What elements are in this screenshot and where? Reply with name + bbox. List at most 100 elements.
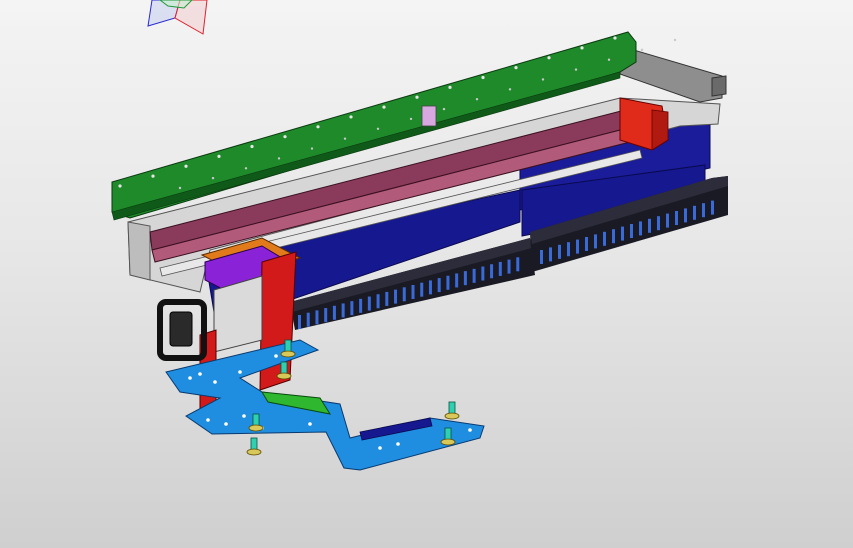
- base-screw-hole: [211, 176, 215, 180]
- gripper-hole: [198, 372, 202, 376]
- suction-cup[interactable]: [276, 372, 292, 380]
- cover-screw-hole: [547, 56, 551, 60]
- chain-link: [576, 239, 579, 254]
- suction-cup[interactable]: [444, 412, 460, 420]
- gripper-hole: [206, 418, 210, 422]
- base-screw-hole: [409, 117, 413, 121]
- gripper-hole: [308, 422, 312, 426]
- vacuum-fitting: [448, 401, 456, 415]
- chain-link: [324, 308, 328, 323]
- base-screw-hole: [508, 88, 512, 91]
- cover-screw-hole: [415, 95, 419, 99]
- chain-link: [585, 237, 588, 251]
- gripper-hole: [468, 428, 472, 432]
- chain-link: [666, 213, 669, 228]
- cad-3d-viewport[interactable]: [0, 0, 853, 548]
- chain-link: [298, 315, 301, 329]
- gripper-hole: [188, 376, 192, 380]
- base-screw-hole: [442, 107, 446, 111]
- chain-link: [702, 203, 705, 218]
- suction-cup[interactable]: [248, 424, 264, 432]
- chain-link: [376, 294, 380, 309]
- base-screw-hole: [475, 98, 479, 101]
- vacuum-fitting: [284, 339, 292, 353]
- chain-link: [463, 271, 467, 286]
- base-screw-hole: [541, 78, 545, 81]
- vacuum-fitting: [252, 413, 260, 427]
- base-screw-hole: [343, 137, 347, 140]
- chain-link: [540, 250, 543, 264]
- vacuum-fitting: [280, 361, 288, 375]
- chain-link: [693, 205, 696, 220]
- base-screw-hole: [640, 48, 644, 52]
- cover-screw-hole: [448, 85, 452, 89]
- gripper-hole: [242, 414, 246, 418]
- cover-screw-hole: [580, 46, 584, 50]
- cover-screw-hole: [250, 144, 254, 149]
- cover-screw-hole: [514, 66, 518, 70]
- chain-link: [350, 301, 354, 316]
- chain-link: [630, 224, 633, 238]
- vacuum-fitting: [250, 437, 258, 451]
- chain-link: [621, 226, 624, 241]
- gripper-hole: [396, 442, 400, 446]
- cover-screw-hole: [349, 115, 353, 119]
- cover-screw-hole: [382, 105, 386, 109]
- base-screw-hole: [244, 167, 248, 170]
- chain-link: [567, 242, 570, 257]
- chain-link: [402, 287, 406, 302]
- chain-link: [594, 234, 597, 249]
- chain-link: [411, 285, 415, 299]
- base-screw-hole: [673, 38, 677, 42]
- rail-sensor-bracket: [421, 105, 437, 127]
- base-screw-hole: [607, 58, 611, 61]
- chain-link: [639, 221, 642, 236]
- cover-screw-hole: [217, 154, 221, 158]
- base-screw-hole: [178, 186, 182, 190]
- gripper-hole: [238, 370, 242, 374]
- suction-cup[interactable]: [246, 448, 262, 456]
- rear-bracket-tab: [711, 75, 727, 97]
- drag-chain-bracket[interactable]: [157, 299, 207, 361]
- base-plate-side: [127, 221, 151, 281]
- chain-link: [490, 264, 494, 279]
- gripper-hole: [224, 422, 228, 426]
- gripper-hole: [213, 380, 217, 384]
- chain-link: [558, 244, 561, 259]
- chain-link: [549, 247, 552, 262]
- cover-screw-hole: [118, 184, 122, 188]
- cover-screw-hole: [151, 174, 155, 178]
- gripper-hole: [378, 446, 382, 450]
- chain-link: [332, 305, 336, 320]
- chain-link: [455, 273, 459, 288]
- suction-cup[interactable]: [280, 350, 296, 358]
- suction-cup[interactable]: [440, 438, 456, 446]
- base-screw-hole: [574, 68, 578, 71]
- base-screw-hole: [376, 127, 380, 130]
- chain-link: [306, 312, 310, 327]
- chain-link: [507, 259, 511, 274]
- chain-link: [684, 208, 687, 223]
- chain-link: [498, 261, 502, 276]
- carriage-gray-block: [213, 275, 263, 353]
- cover-screw-hole: [316, 125, 320, 129]
- chain-link: [420, 282, 424, 297]
- cover-screw-hole: [613, 36, 617, 40]
- chain-link: [359, 298, 363, 313]
- chain-link: [437, 278, 441, 293]
- vacuum-fitting: [444, 427, 452, 441]
- cover-screw-hole: [481, 75, 485, 80]
- chain-link: [394, 289, 398, 304]
- cover-screw-hole: [283, 135, 287, 139]
- chain-link: [675, 211, 678, 225]
- linear-gantry-model[interactable]: [0, 0, 853, 548]
- chain-link: [648, 218, 651, 233]
- chain-link: [446, 275, 450, 290]
- gripper-hole: [274, 354, 278, 358]
- base-screw-hole: [310, 147, 314, 150]
- chain-link: [428, 280, 432, 295]
- chain-link: [612, 229, 615, 244]
- chain-link: [481, 266, 485, 281]
- chain-link: [516, 257, 520, 272]
- chain-link: [385, 291, 389, 306]
